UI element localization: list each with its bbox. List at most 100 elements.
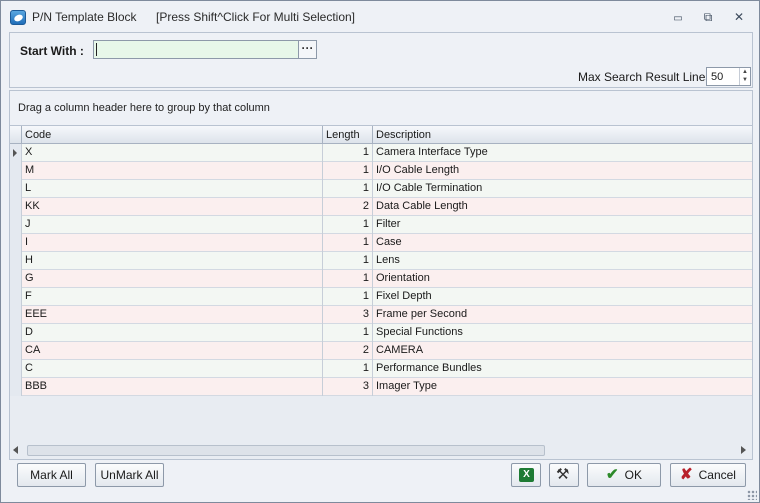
- cell-length[interactable]: 1: [322, 144, 372, 162]
- table-row[interactable]: EEE 3 Frame per Second: [10, 306, 752, 324]
- scroll-thumb[interactable]: [27, 445, 545, 456]
- row-indicator[interactable]: [10, 234, 21, 252]
- table-row[interactable]: I 1 Case: [10, 234, 752, 252]
- cell-code[interactable]: KK: [21, 198, 322, 216]
- excel-icon: X: [519, 468, 534, 482]
- checkmark-icon: ✔: [606, 466, 619, 483]
- mark-all-button[interactable]: Mark All: [17, 463, 86, 487]
- column-header-length[interactable]: Length: [322, 126, 372, 144]
- table-row[interactable]: G 1 Orientation: [10, 270, 752, 288]
- cell-code[interactable]: CA: [21, 342, 322, 360]
- row-indicator[interactable]: [10, 378, 21, 396]
- row-indicator[interactable]: [10, 360, 21, 378]
- unmark-all-button[interactable]: UnMark All: [95, 463, 164, 487]
- cell-description[interactable]: I/O Cable Length: [372, 162, 752, 180]
- cell-length[interactable]: 2: [322, 342, 372, 360]
- table-row[interactable]: J 1 Filter: [10, 216, 752, 234]
- max-lines-spinner[interactable]: 50 ▲ ▼: [706, 67, 751, 86]
- cell-description[interactable]: Fixel Depth: [372, 288, 752, 306]
- row-indicator[interactable]: [10, 306, 21, 324]
- table-row[interactable]: X 1 Camera Interface Type: [10, 144, 752, 162]
- cell-code[interactable]: G: [21, 270, 322, 288]
- cell-length[interactable]: 1: [322, 234, 372, 252]
- cell-code[interactable]: X: [21, 144, 322, 162]
- cell-length[interactable]: 1: [322, 216, 372, 234]
- cell-length[interactable]: 3: [322, 306, 372, 324]
- cell-code[interactable]: J: [21, 216, 322, 234]
- tools-button[interactable]: ⚒: [549, 463, 579, 487]
- minimize-icon: ▭: [673, 13, 683, 24]
- cell-description[interactable]: Camera Interface Type: [372, 144, 752, 162]
- table-row[interactable]: C 1 Performance Bundles: [10, 360, 752, 378]
- start-with-input[interactable]: [93, 40, 299, 59]
- restore-button[interactable]: ⧉: [698, 9, 718, 25]
- cell-description[interactable]: Data Cable Length: [372, 198, 752, 216]
- cell-description[interactable]: I/O Cable Termination: [372, 180, 752, 198]
- cell-code[interactable]: C: [21, 360, 322, 378]
- table-row[interactable]: F 1 Fixel Depth: [10, 288, 752, 306]
- table-row[interactable]: H 1 Lens: [10, 252, 752, 270]
- cell-code[interactable]: I: [21, 234, 322, 252]
- table-row[interactable]: KK 2 Data Cable Length: [10, 198, 752, 216]
- max-lines-label: Max Search Result Lines :: [578, 70, 719, 84]
- horizontal-scrollbar[interactable]: [10, 442, 752, 459]
- cell-length[interactable]: 3: [322, 378, 372, 396]
- cell-length[interactable]: 1: [322, 288, 372, 306]
- window-hint: [Press Shift^Click For Multi Selection]: [156, 10, 356, 24]
- row-indicator[interactable]: [10, 198, 21, 216]
- cell-length[interactable]: 1: [322, 252, 372, 270]
- row-indicator[interactable]: [10, 162, 21, 180]
- row-indicator[interactable]: [10, 180, 21, 198]
- close-button[interactable]: ✕: [729, 9, 749, 25]
- cell-description[interactable]: Frame per Second: [372, 306, 752, 324]
- cell-description[interactable]: Performance Bundles: [372, 360, 752, 378]
- cell-description[interactable]: Filter: [372, 216, 752, 234]
- spin-arrows-icon[interactable]: ▲ ▼: [739, 68, 750, 85]
- cell-length[interactable]: 1: [322, 162, 372, 180]
- cell-code[interactable]: M: [21, 162, 322, 180]
- cell-length[interactable]: 1: [322, 324, 372, 342]
- cell-code[interactable]: H: [21, 252, 322, 270]
- row-indicator[interactable]: [10, 216, 21, 234]
- row-indicator[interactable]: [10, 144, 21, 162]
- cell-description[interactable]: CAMERA: [372, 342, 752, 360]
- cell-length[interactable]: 1: [322, 360, 372, 378]
- cell-code[interactable]: EEE: [21, 306, 322, 324]
- cell-code[interactable]: BBB: [21, 378, 322, 396]
- scroll-right-icon[interactable]: [741, 446, 746, 454]
- table-row[interactable]: BBB 3 Imager Type: [10, 378, 752, 396]
- browse-button[interactable]: ···: [298, 40, 317, 59]
- cancel-button[interactable]: ✘ Cancel: [670, 463, 746, 487]
- grid-header: Code Length Description: [10, 126, 752, 144]
- row-indicator[interactable]: [10, 324, 21, 342]
- table-row[interactable]: M 1 I/O Cable Length: [10, 162, 752, 180]
- scroll-left-icon[interactable]: [13, 446, 18, 454]
- export-excel-button[interactable]: X: [511, 463, 541, 487]
- cell-length[interactable]: 1: [322, 180, 372, 198]
- current-row-arrow-icon: [13, 149, 17, 157]
- column-header-code[interactable]: Code: [21, 126, 322, 144]
- ok-button[interactable]: ✔ OK: [587, 463, 661, 487]
- row-indicator[interactable]: [10, 342, 21, 360]
- cell-code[interactable]: L: [21, 180, 322, 198]
- cell-code[interactable]: F: [21, 288, 322, 306]
- row-indicator[interactable]: [10, 270, 21, 288]
- table-row[interactable]: L 1 I/O Cable Termination: [10, 180, 752, 198]
- cell-length[interactable]: 1: [322, 270, 372, 288]
- cell-description[interactable]: Case: [372, 234, 752, 252]
- cell-code[interactable]: D: [21, 324, 322, 342]
- cell-length[interactable]: 2: [322, 198, 372, 216]
- group-by-panel[interactable]: Drag a column header here to group by th…: [9, 90, 753, 125]
- cell-description[interactable]: Orientation: [372, 270, 752, 288]
- cell-description[interactable]: Special Functions: [372, 324, 752, 342]
- resize-grip-icon[interactable]: [747, 490, 757, 500]
- column-header-description[interactable]: Description: [372, 126, 752, 144]
- minimize-button[interactable]: ▭: [668, 9, 688, 25]
- table-row[interactable]: CA 2 CAMERA: [10, 342, 752, 360]
- cell-description[interactable]: Lens: [372, 252, 752, 270]
- table-row[interactable]: D 1 Special Functions: [10, 324, 752, 342]
- results-grid: Code Length Description X 1 Camera Interfa…: [9, 125, 753, 460]
- row-indicator[interactable]: [10, 252, 21, 270]
- cell-description[interactable]: Imager Type: [372, 378, 752, 396]
- row-indicator[interactable]: [10, 288, 21, 306]
